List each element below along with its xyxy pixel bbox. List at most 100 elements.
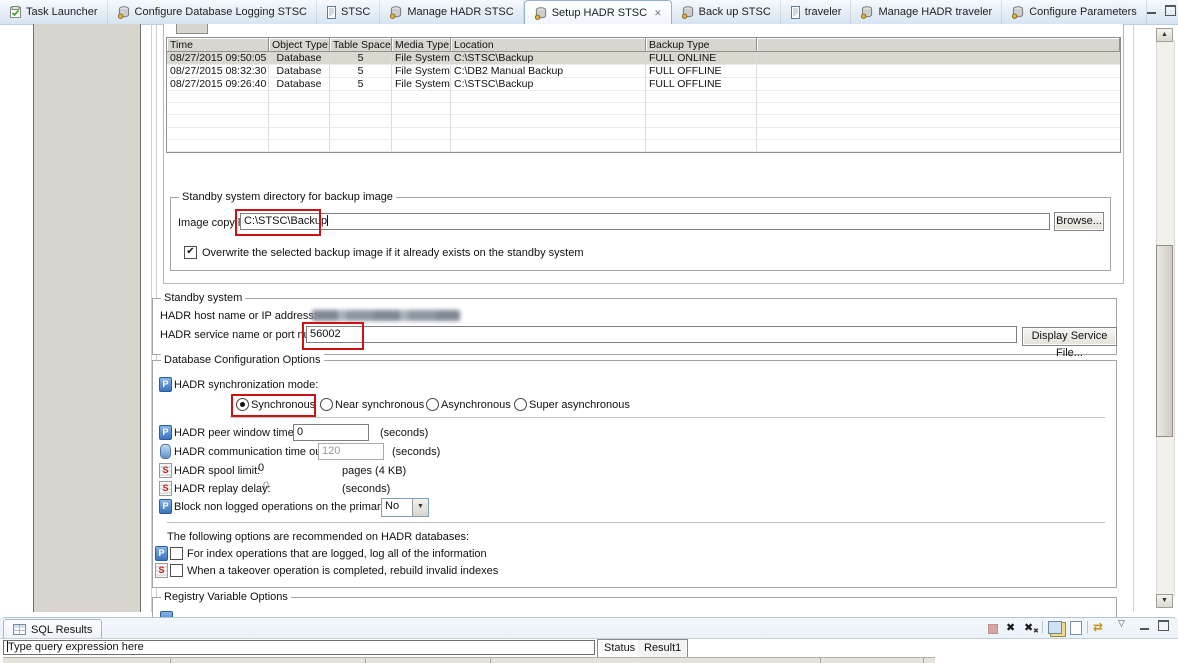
database-icon (389, 6, 403, 19)
column-header-media-type[interactable]: Media Type (392, 38, 451, 52)
sql-results-icon (13, 624, 26, 635)
export-result-icon[interactable] (1070, 621, 1082, 635)
copy-result-icon[interactable] (1048, 621, 1062, 634)
index-operations-checkbox[interactable] (170, 547, 183, 560)
tab-configure-database-logging-stsc[interactable]: Configure Database Logging STSC (108, 0, 317, 24)
peer-window-unit: (seconds) (380, 427, 428, 439)
clipped-results-header (3, 657, 935, 663)
block-nonlogged-dropdown[interactable]: No ▼ (381, 498, 429, 517)
tab-back-up-stsc[interactable]: Back up STSC (672, 0, 781, 24)
radio-asynchronous[interactable] (426, 398, 439, 411)
tab-traveler[interactable]: traveler (781, 0, 852, 24)
column-header-table-spaces[interactable]: Table Spaces (330, 38, 392, 52)
view-menu-chevron-icon[interactable]: ▽ (1118, 618, 1125, 629)
cell-media-type: File System (392, 78, 451, 91)
overwrite-checkbox[interactable]: ✔ (184, 246, 197, 259)
separator (167, 522, 1105, 523)
table-row-empty[interactable] (167, 140, 1120, 152)
remove-result-icon[interactable]: ✖ (1006, 621, 1015, 634)
primary-param-icon: P (159, 499, 172, 514)
clipped-button[interactable] (176, 24, 208, 34)
tab-result1[interactable]: Result1 (638, 639, 688, 659)
tab-manage-hadr-traveler[interactable]: Manage HADR traveler (851, 0, 1002, 24)
tab-manage-hadr-stsc[interactable]: Manage HADR STSC (380, 0, 523, 24)
table-row[interactable]: 08/27/2015 09:26:40 Database 5 File Syst… (167, 78, 1120, 91)
separator (230, 417, 1105, 418)
scroll-up-button[interactable]: ▲ (1156, 28, 1173, 42)
group-title: Standby system (161, 292, 245, 304)
hadr-port-input[interactable]: 56002 (306, 326, 1017, 343)
comm-timeout-unit: (seconds) (392, 446, 440, 458)
index-operations-label: For index operations that are logged, lo… (187, 548, 487, 560)
tab-label: Task Launcher (26, 6, 98, 18)
display-service-file-button[interactable]: Display Service File... (1022, 327, 1117, 346)
rebuild-indexes-checkbox[interactable] (170, 564, 183, 577)
table-row-empty[interactable] (167, 91, 1120, 103)
maximize-icon[interactable] (1165, 5, 1176, 16)
cell-backup-type: FULL OFFLINE (646, 65, 757, 78)
cell-object-type: Database (269, 78, 330, 91)
query-filter-input[interactable]: Type query expression here (3, 640, 595, 655)
spool-limit-label: HADR spool limit: (174, 465, 260, 477)
block-nonlogged-label: Block non logged operations on the prima… (174, 501, 389, 513)
tab-stsc[interactable]: STSC (317, 0, 380, 24)
standby-param-icon: S (159, 463, 172, 478)
toolbar-separator (1087, 621, 1088, 633)
tab-configure-parameters[interactable]: Configure Parameters (1002, 0, 1147, 24)
radio-synchronous[interactable] (236, 398, 249, 411)
radio-super-asynchronous[interactable] (514, 398, 527, 411)
table-row[interactable]: 08/27/2015 09:50:05 Database 5 File Syst… (167, 52, 1120, 65)
image-copy-location-input[interactable]: C:\STSC\Backup (240, 213, 1050, 230)
table-row-empty[interactable] (167, 103, 1120, 115)
cell-location: C:\STSC\Backup (451, 78, 646, 91)
replay-delay-label: HADR replay delay: (174, 483, 271, 495)
column-header-time[interactable]: Time (167, 38, 269, 52)
cell-filler (757, 65, 1120, 78)
dropdown-arrow-icon[interactable]: ▼ (412, 499, 428, 516)
standby-directory-group: Standby system directory for backup imag… (170, 197, 1111, 271)
column-header-object-type[interactable]: Object Type (269, 38, 330, 52)
terminate-icon[interactable] (988, 624, 998, 634)
close-tab-icon[interactable]: ✕ (654, 8, 662, 19)
dropdown-value: No (382, 499, 412, 516)
tab-task-launcher[interactable]: Task Launcher (0, 0, 108, 24)
comm-timeout-input[interactable]: 120 (318, 443, 384, 460)
radio-super-asynchronous-label: Super asynchronous (529, 399, 630, 411)
db-parameter-icon (160, 444, 171, 459)
cell-filler (757, 52, 1120, 65)
database-icon (1011, 6, 1025, 19)
column-header-location[interactable]: Location (451, 38, 646, 52)
application-window: Task Launcher Configure Database Logging… (0, 0, 1178, 663)
radio-asynchronous-label: Asynchronous (441, 399, 511, 411)
cell-backup-type: FULL ONLINE (646, 52, 757, 65)
tab-setup-hadr-stsc[interactable]: Setup HADR STSC ✕ (524, 0, 672, 25)
column-divider (170, 658, 171, 663)
database-icon (681, 6, 695, 19)
table-row-empty[interactable] (167, 115, 1120, 127)
group-title: Standby system directory for backup imag… (179, 191, 396, 203)
hadr-host-label: HADR host name or IP address: (160, 310, 317, 322)
scroll-down-button[interactable]: ▼ (1156, 594, 1173, 608)
table-row[interactable]: 08/27/2015 08:32:30 Database 5 File Syst… (167, 65, 1120, 78)
rerun-sql-icon[interactable]: ⇄ (1093, 620, 1103, 634)
left-collapsed-panel[interactable] (33, 24, 141, 612)
scrollbar-thumb[interactable] (1156, 245, 1173, 437)
panel-minimize-icon[interactable] (1140, 621, 1149, 630)
file-icon (790, 6, 801, 19)
panel-maximize-icon[interactable] (1158, 620, 1169, 631)
table-row-empty[interactable] (167, 128, 1120, 140)
sql-results-view-tab[interactable]: SQL Results (3, 619, 102, 639)
spool-limit-unit: pages (4 KB) (342, 465, 406, 477)
radio-near-synchronous[interactable] (320, 398, 333, 411)
cell-media-type: File System (392, 52, 451, 65)
remove-all-results-icon[interactable]: ✖ (1024, 621, 1033, 634)
tab-label: Manage HADR STSC (407, 6, 513, 18)
task-launcher-icon (9, 6, 22, 19)
minimize-icon[interactable] (1147, 5, 1156, 14)
peer-window-input[interactable]: 0 (293, 424, 369, 441)
cell-location: C:\DB2 Manual Backup (451, 65, 646, 78)
browse-button[interactable]: Browse... (1054, 212, 1104, 231)
sync-mode-label: HADR synchronization mode: (174, 379, 318, 391)
column-header-backup-type[interactable]: Backup Type (646, 38, 757, 52)
replay-delay-unit: (seconds) (342, 483, 390, 495)
